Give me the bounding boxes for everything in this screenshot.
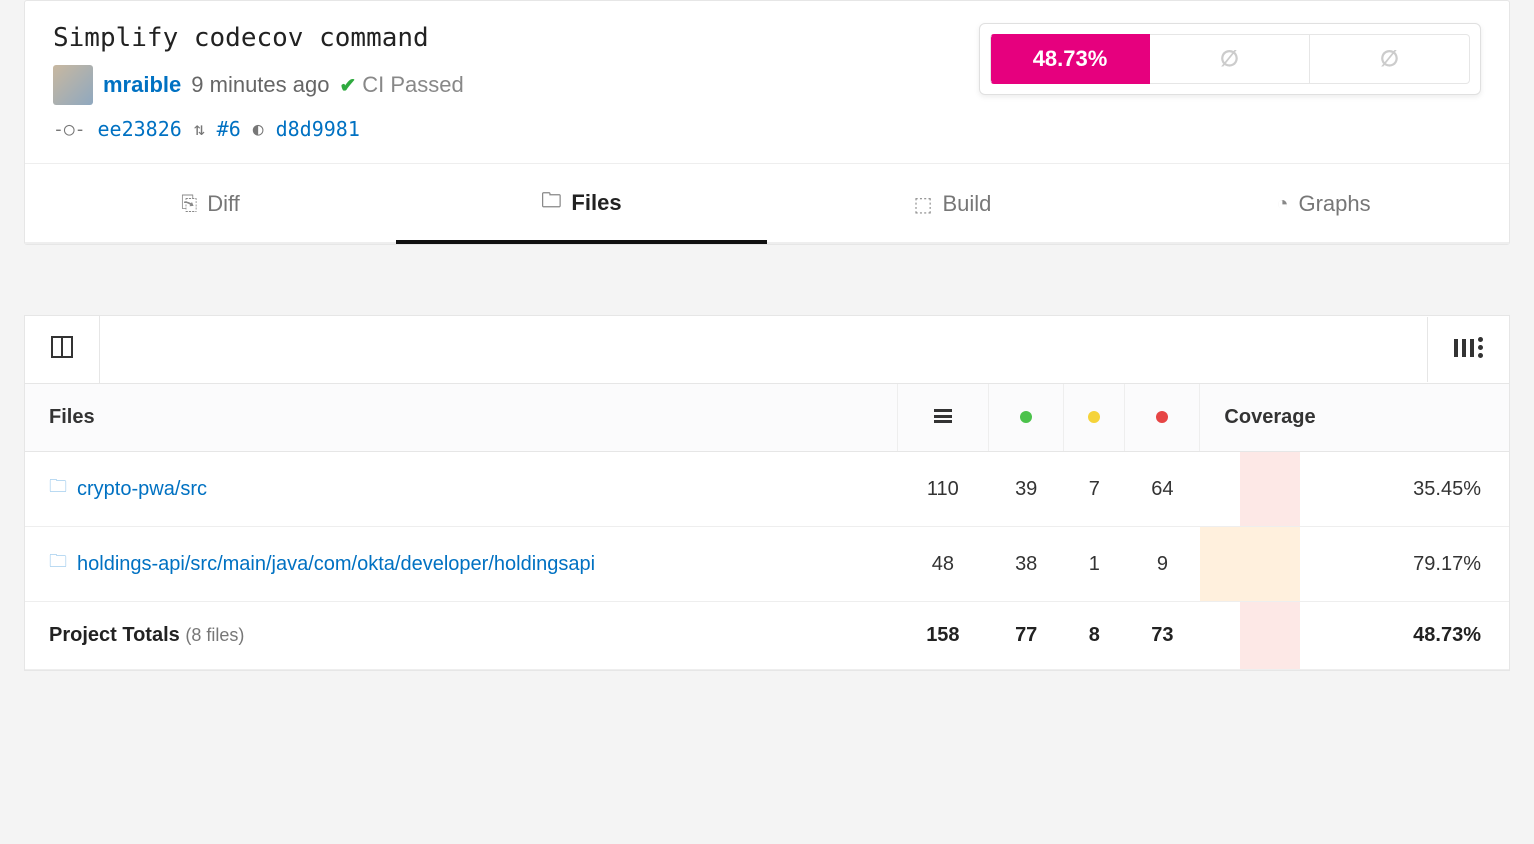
coverage-bar xyxy=(1200,452,1300,527)
diff-icon: ⎘ xyxy=(181,193,197,216)
folder-icon: 🗀 xyxy=(49,474,67,504)
check-icon: ✔ xyxy=(339,73,356,98)
totals-lines: 158 xyxy=(897,602,989,670)
refs-row: -○- ee23826 ⇅ #6 ◐ d8d9981 xyxy=(53,117,464,141)
totals-hit: 77 xyxy=(989,602,1064,670)
col-partial[interactable] xyxy=(1064,384,1125,452)
toolbar-options-button[interactable] xyxy=(1427,317,1509,382)
options-icon xyxy=(1454,337,1483,358)
col-files[interactable]: Files xyxy=(25,384,897,452)
dot-green-icon xyxy=(1020,411,1032,423)
cell-lines: 48 xyxy=(897,527,989,602)
package-icon: ⬚ xyxy=(914,192,933,217)
coverage-percent: 79.17% xyxy=(1300,527,1509,602)
col-missed[interactable] xyxy=(1125,384,1200,452)
author-row: mraible 9 minutes ago ✔ CI Passed xyxy=(53,65,464,105)
tab-diff-label: Diff xyxy=(207,191,240,217)
parent-commit-icon: ◐ xyxy=(253,119,264,140)
author-link[interactable]: mraible xyxy=(103,72,181,98)
cell-partial: 7 xyxy=(1064,452,1125,527)
cell-lines: 110 xyxy=(897,452,989,527)
dot-yellow-icon xyxy=(1088,411,1100,423)
lines-icon xyxy=(934,409,952,423)
toolbar-left[interactable] xyxy=(25,316,100,383)
coverage-tertiary[interactable]: ∅ xyxy=(1310,34,1470,84)
file-name: holdings-api/src/main/java/com/okta/deve… xyxy=(77,553,595,576)
tab-files[interactable]: 🗀 Files xyxy=(396,164,767,244)
commit-header: Simplify codecov command mraible 9 minut… xyxy=(25,1,1509,159)
files-table-wrap: Files Coverage 🗀 crypto-pwa/src 110 39 7 … xyxy=(24,315,1510,671)
coverage-secondary[interactable]: ∅ xyxy=(1150,34,1310,84)
commit-sha-link[interactable]: ee23826 xyxy=(98,117,182,141)
totals-label-cell: Project Totals (8 files) xyxy=(25,602,897,670)
chart-icon: ◔ xyxy=(1276,193,1288,216)
col-hit[interactable] xyxy=(989,384,1064,452)
file-link[interactable]: 🗀 crypto-pwa/src xyxy=(49,474,207,504)
table-toolbar xyxy=(25,316,1509,384)
tab-graphs[interactable]: ◔ Graphs xyxy=(1138,164,1509,244)
tab-build-label: Build xyxy=(942,191,991,217)
col-coverage[interactable]: Coverage xyxy=(1200,384,1509,452)
parent-sha-link[interactable]: d8d9981 xyxy=(276,117,360,141)
book-icon xyxy=(51,336,73,358)
commit-title: Simplify codecov command xyxy=(53,23,464,53)
cell-partial: 1 xyxy=(1064,527,1125,602)
commit-meta: Simplify codecov command mraible 9 minut… xyxy=(53,23,464,141)
time-ago: 9 minutes ago xyxy=(191,72,329,98)
avatar[interactable] xyxy=(53,65,93,105)
totals-coverage-bar xyxy=(1200,602,1300,670)
totals-row: Project Totals (8 files) 158 77 8 73 48.… xyxy=(25,602,1509,670)
tab-diff[interactable]: ⎘ Diff xyxy=(25,164,396,244)
commit-icon: -○- xyxy=(53,119,86,140)
tab-graphs-label: Graphs xyxy=(1298,191,1370,217)
dot-red-icon xyxy=(1156,411,1168,423)
totals-coverage-percent: 48.73% xyxy=(1300,602,1509,670)
coverage-primary[interactable]: 48.73% xyxy=(990,34,1150,84)
tab-files-label: Files xyxy=(571,190,621,216)
coverage-summary-box: 48.73% ∅ ∅ xyxy=(979,23,1481,95)
cell-hit: 38 xyxy=(989,527,1064,602)
pr-link[interactable]: #6 xyxy=(217,117,241,141)
cell-hit: 39 xyxy=(989,452,1064,527)
commit-card: Simplify codecov command mraible 9 minut… xyxy=(24,0,1510,245)
folder-icon: 🗀 xyxy=(541,186,561,220)
totals-missed: 73 xyxy=(1125,602,1200,670)
table-row: 🗀 crypto-pwa/src 110 39 7 64 35.45% xyxy=(25,452,1509,527)
file-link[interactable]: 🗀 holdings-api/src/main/java/com/okta/dev… xyxy=(49,549,595,579)
coverage-percent: 35.45% xyxy=(1300,452,1509,527)
table-row: 🗀 holdings-api/src/main/java/com/okta/dev… xyxy=(25,527,1509,602)
tabs: ⎘ Diff 🗀 Files ⬚ Build ◔ Graphs xyxy=(25,163,1509,244)
col-lines[interactable] xyxy=(897,384,989,452)
pull-request-icon: ⇅ xyxy=(194,119,205,140)
coverage-bar xyxy=(1200,527,1300,602)
ci-status: ✔ CI Passed xyxy=(339,72,463,98)
cell-missed: 9 xyxy=(1125,527,1200,602)
files-table: Files Coverage 🗀 crypto-pwa/src 110 39 7 … xyxy=(25,384,1509,670)
folder-icon: 🗀 xyxy=(49,549,67,579)
file-name: crypto-pwa/src xyxy=(77,478,207,501)
ci-status-text: CI Passed xyxy=(362,72,464,98)
totals-partial: 8 xyxy=(1064,602,1125,670)
tab-build[interactable]: ⬚ Build xyxy=(767,164,1138,244)
cell-missed: 64 xyxy=(1125,452,1200,527)
totals-file-count: (8 files) xyxy=(185,625,244,645)
